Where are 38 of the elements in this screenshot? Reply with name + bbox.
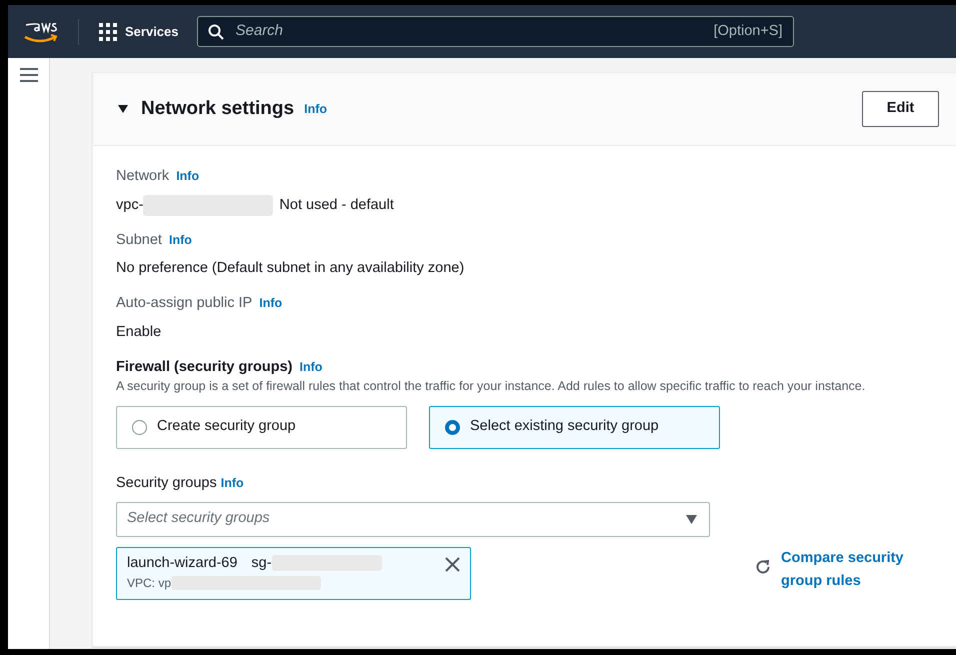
search-field[interactable]: Search [Option+S] [196,16,794,47]
dropdown-caret-icon [686,514,697,524]
radio-option[interactable]: Select existing security group [429,406,720,449]
menu-icon[interactable] [20,68,38,82]
field-label: Subnet [116,230,162,250]
security-groups-dropdown[interactable]: Select security groups [116,502,710,536]
search-input[interactable]: Search [234,19,704,44]
field-value: Not used - default [279,196,394,215]
edit-button[interactable]: Edit [862,91,939,127]
field-label: Network [116,167,170,186]
radio-button[interactable] [445,420,460,435]
group-vpc: VPC: vp [127,575,172,592]
services-button[interactable]: Services [95,18,182,46]
field-value: No preference (Default subnet in any availability zone) [116,259,464,278]
refresh-icon[interactable] [755,558,771,574]
compare-rules-link[interactable]: Compare security group rules [781,546,916,593]
remove-icon[interactable] [445,556,460,572]
section-description: A security group is a set of firewall rules that control the traffic for your instance. Add rules to allow specific traffic to reach your instance. [116,378,866,396]
info-link[interactable]: Info [176,167,200,186]
info-link[interactable]: Info [168,230,192,250]
group-id: sg- [251,554,272,572]
search-icon [208,24,224,40]
group-name: launch-wizard-69 [127,554,238,572]
radio-option[interactable]: Create security group [116,406,407,449]
info-link[interactable]: Info [304,100,328,118]
section-label: Firewall (security groups) [116,358,292,376]
info-link[interactable]: Info [299,358,322,376]
grid-icon [99,22,117,40]
keyboard-shortcut-hint: [Option+S] [714,22,782,41]
radio-button[interactable] [132,420,147,435]
field-value: Enable [116,322,162,342]
info-link[interactable]: Info [220,474,244,492]
field-label: Security groups [116,474,217,493]
caret-icon[interactable] [117,103,129,115]
field-label: Auto-assign public IP [116,294,252,313]
info-link[interactable]: Info [259,294,282,313]
panel-title: Network settings [141,98,294,120]
field-value-prefix: vpc- [116,196,144,215]
